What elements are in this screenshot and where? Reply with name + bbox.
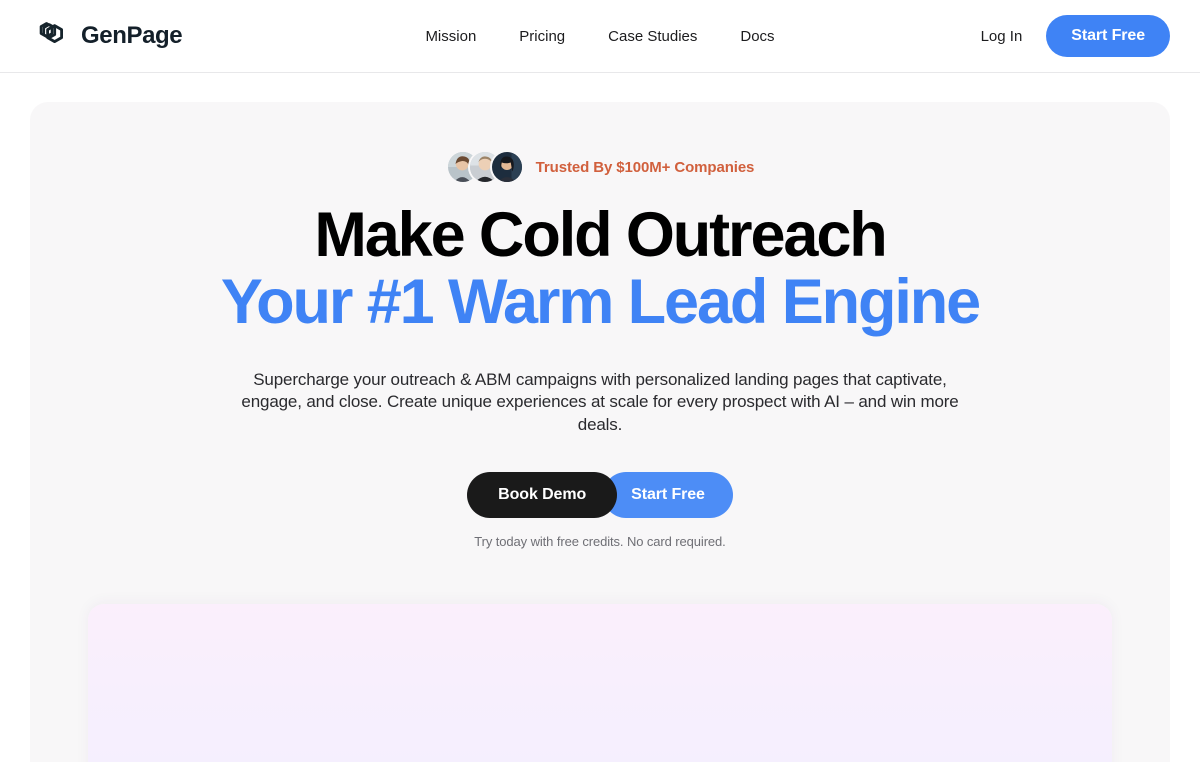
layered-hexagon-logo-icon xyxy=(30,16,70,56)
header-start-free-button[interactable]: Start Free xyxy=(1046,15,1170,57)
trust-avatar-group xyxy=(445,150,524,184)
hero-subheadline: Supercharge your outreach & ABM campaign… xyxy=(241,369,959,434)
nav-item-case-studies[interactable]: Case Studies xyxy=(608,28,697,45)
brand-name: GenPage xyxy=(81,22,183,49)
trust-badge: Trusted By $100M+ Companies xyxy=(30,150,1170,184)
header-actions: Log In Start Free xyxy=(981,15,1170,57)
nav-item-docs[interactable]: Docs xyxy=(740,28,774,45)
nav-item-mission[interactable]: Mission xyxy=(425,28,476,45)
hero-cta-note: Try today with free credits. No card req… xyxy=(474,534,726,550)
product-preview-card[interactable] xyxy=(88,604,1112,762)
hero-headline: Make Cold Outreach Your #1 Warm Lead Eng… xyxy=(30,202,1170,336)
site-header: GenPage Mission Pricing Case Studies Doc… xyxy=(0,0,1200,73)
nav-item-pricing[interactable]: Pricing xyxy=(519,28,565,45)
hero-cta-row: Book Demo Start Free xyxy=(30,472,1170,519)
brand-logo-link[interactable]: GenPage xyxy=(30,16,183,56)
hero-headline-line-1: Make Cold Outreach xyxy=(314,200,887,270)
book-demo-button[interactable]: Book Demo xyxy=(467,472,618,519)
trust-badge-text: Trusted By $100M+ Companies xyxy=(535,158,755,176)
avatar-person-3 xyxy=(489,150,524,184)
login-link[interactable]: Log In xyxy=(981,28,1023,45)
hero-headline-line-2: Your #1 Warm Lead Engine xyxy=(220,266,981,337)
hero-start-free-button[interactable]: Start Free xyxy=(603,472,733,519)
hero-section: Trusted By $100M+ Companies Make Cold Ou… xyxy=(30,102,1170,762)
